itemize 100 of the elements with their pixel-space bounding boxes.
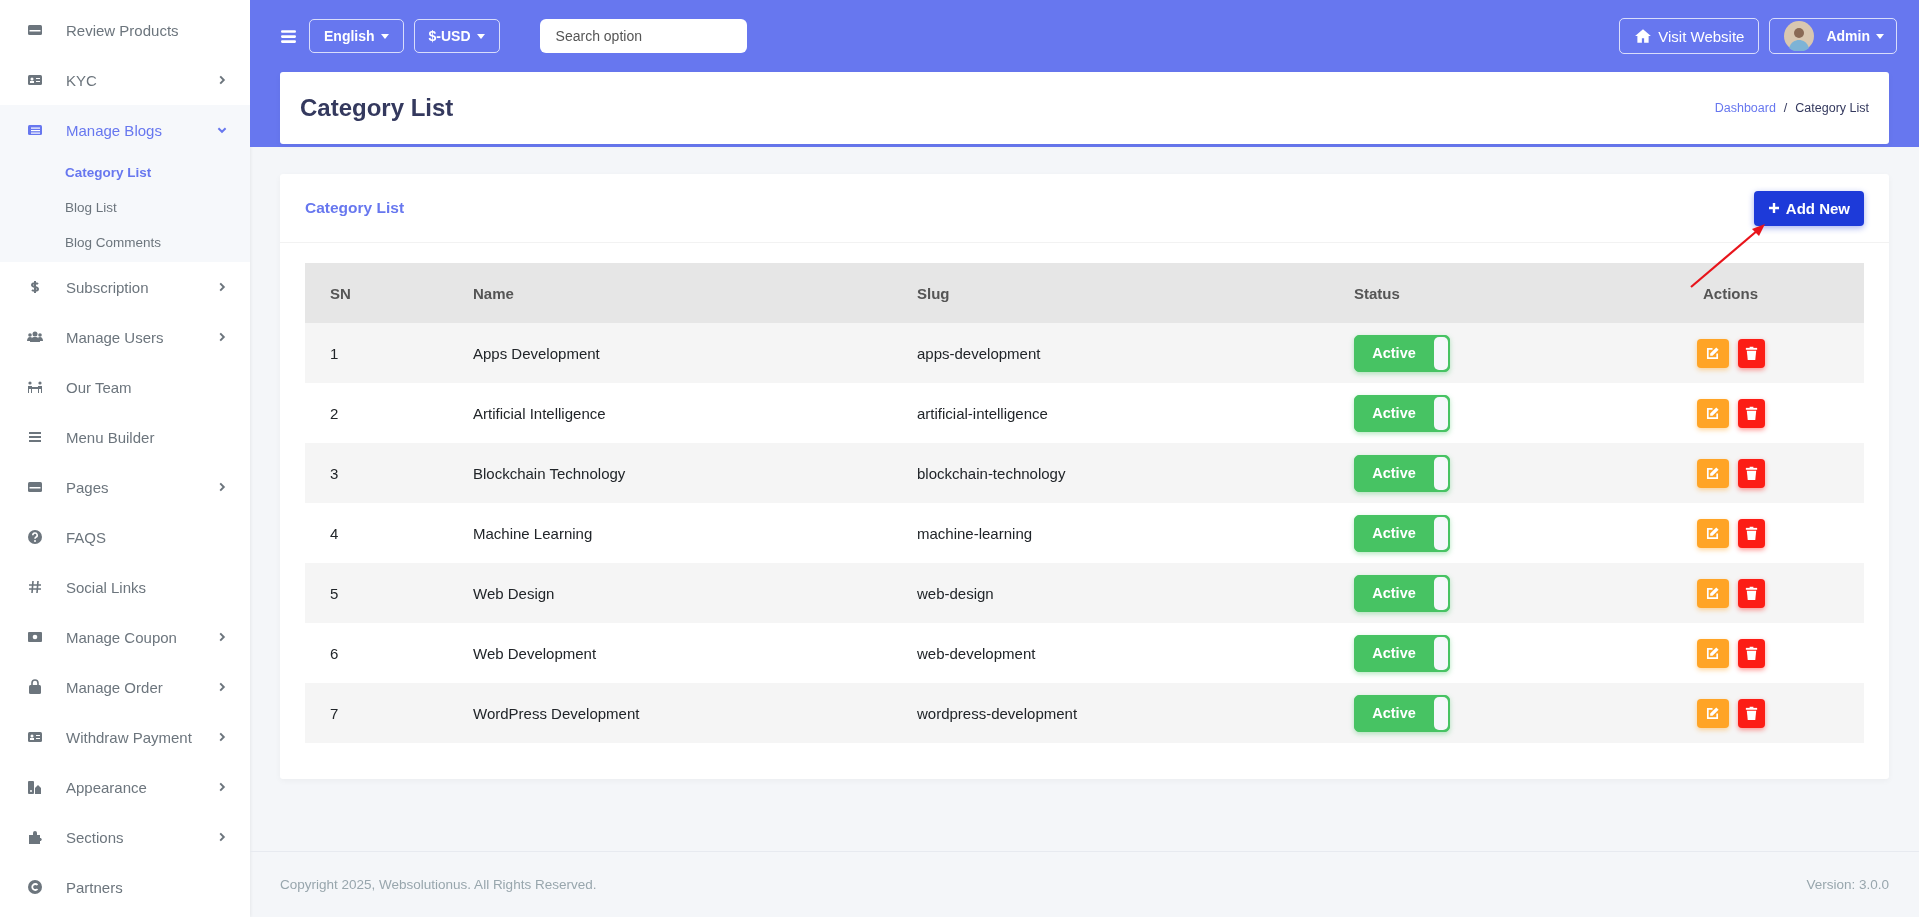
sidebar-item[interactable]: Partners [0,862,250,912]
delete-button[interactable] [1737,518,1765,548]
table-cell-text: 4 [329,524,340,542]
edit-icon [1705,405,1720,421]
search-field[interactable]: Search option [539,19,747,53]
delete-button[interactable] [1737,578,1765,608]
table-cell-text: wordpress-development [916,704,1079,722]
sidebar-item[interactable]: Our Team [0,362,250,412]
trash-icon [1743,645,1759,661]
menu-icon[interactable] [280,27,297,45]
visit-website-button[interactable]: Visit Website [1619,18,1760,54]
table-cell-text: apps-development [916,344,1042,362]
delete-button[interactable] [1737,458,1765,488]
edit-button[interactable] [1696,518,1729,548]
table-cell-text: 6 [329,644,340,662]
sidebar-item[interactable]: Pages [0,462,250,512]
hash-icon [27,579,43,595]
submenu-item[interactable]: Blog List [0,190,250,225]
column-header: Actions [1702,284,1759,302]
submenu-item[interactable]: Category List [0,155,250,190]
table-cell-text: 2 [329,404,340,422]
table-cell-text: Apps Development [472,344,601,362]
sidebar-item[interactable]: Appearance [0,762,250,812]
currency-dropdown[interactable]: $-USD [413,19,500,53]
avatar [1784,21,1815,51]
edit-icon [1705,525,1720,541]
caret-icon [1876,33,1884,39]
sidebar-item[interactable]: Manage Users [0,312,250,362]
trash-icon [1743,705,1759,721]
puzzle-icon [27,829,43,845]
table-cell-text: Machine Learning [472,524,594,542]
delete-button[interactable] [1737,338,1765,368]
edit-icon [1705,585,1720,601]
sidebar-item[interactable]: Manage Order [0,662,250,712]
edit-button[interactable] [1696,578,1729,608]
card-title: Category List [305,199,405,217]
plus-icon [1767,202,1780,214]
card-icon [27,479,43,495]
table-cell-text: blockchain-technology [916,464,1067,482]
column-header: Name [472,284,515,302]
delete-button[interactable] [1737,398,1765,428]
breadcrumb-separator: / [1783,101,1788,115]
users-icon [27,329,43,345]
edit-button[interactable] [1696,338,1729,368]
trash-icon [1743,345,1759,361]
table-cell-text: WordPress Development [472,704,641,722]
table-cell-text: Artificial Intelligence [472,404,607,422]
team-icon [27,379,43,395]
card-icon [27,22,43,38]
breadcrumb-current: Category List [1795,101,1869,115]
version-text: Version: 3.0.0 [1806,877,1889,892]
delete-button[interactable] [1737,638,1765,668]
edit-button[interactable] [1696,638,1729,668]
sidebar-item[interactable]: Sections [0,812,250,862]
edit-icon [1705,645,1720,661]
table-cell-text: 5 [329,584,340,602]
id-card-icon [27,72,43,88]
sidebar-item[interactable]: KYC [0,55,250,105]
breadcrumb-link[interactable]: Dashboard [1714,101,1776,115]
edit-icon [1705,465,1720,481]
sidebar-item[interactable]: Review Products [0,5,250,55]
table-cell-text: machine-learning [916,524,1034,542]
delete-button[interactable] [1737,698,1765,728]
trash-icon [1743,405,1759,421]
edit-icon [1705,705,1720,721]
trash-icon [1743,525,1759,541]
table-cell-text: Web Design [472,584,556,602]
sidebar-item[interactable]: Manage Blogs [0,105,250,155]
question-icon [27,529,43,545]
sidebar-item[interactable]: Withdraw Payment [0,712,250,762]
copyright-text: Copyright 2025, Websolutionus. All Rights Reserved. [280,877,597,892]
sidebar-item[interactable]: Manage Coupon [0,612,250,662]
sidebar-item[interactable]: Social Links [0,562,250,612]
id-card-icon [27,729,43,745]
sidebar-item[interactable]: FAQS [0,512,250,562]
money-icon [27,629,43,645]
sidebar-item[interactable]: Subscription [0,262,250,312]
table-cell-text: Web Development [472,644,598,662]
edit-button[interactable] [1696,698,1729,728]
table-cell-text: 1 [329,344,340,362]
language-dropdown[interactable]: English [309,19,404,53]
submenu-item[interactable]: Blog Comments [0,225,250,260]
table-cell-text: web-development [916,644,1037,662]
column-header: Slug [916,284,951,302]
column-header: SN [329,284,352,302]
column-header: Status [1353,284,1401,302]
table-cell-text: web-design [916,584,995,602]
edit-icon [1705,345,1720,361]
edit-button[interactable] [1696,398,1729,428]
table-cell-text: artificial-intelligence [916,404,1049,422]
user-dropdown[interactable]: Admin [1769,18,1897,54]
home-icon [1634,27,1653,45]
trash-icon [1743,465,1759,481]
caret-icon [476,33,485,39]
sidebar-item[interactable]: Menu Builder [0,412,250,462]
trash-icon [1743,585,1759,601]
edit-button[interactable] [1696,458,1729,488]
table-cell-text: Blockchain Technology [472,464,627,482]
add-new-button[interactable]: Add New [1753,190,1864,226]
table-cell-text: 3 [329,464,340,482]
